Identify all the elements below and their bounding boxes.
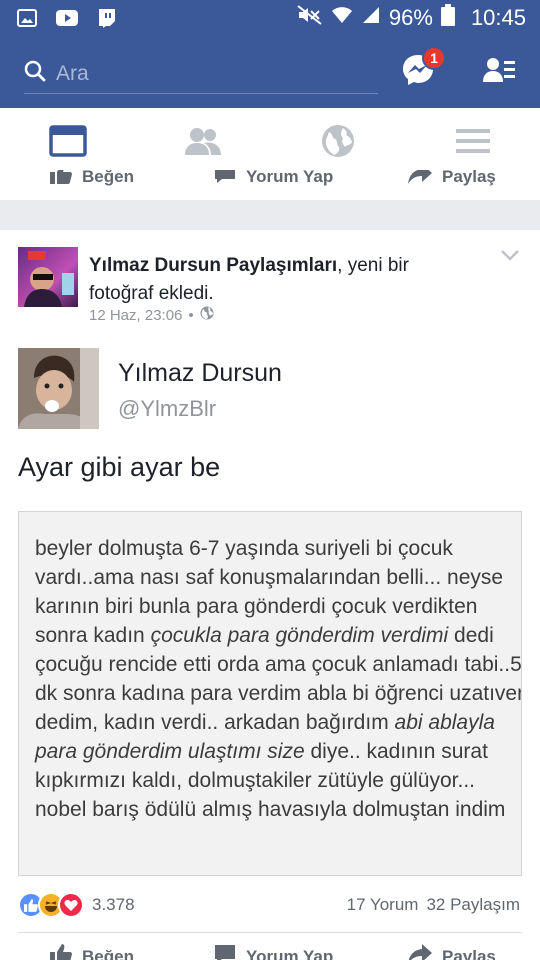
globe-icon	[200, 306, 214, 324]
share-button[interactable]: Paylaş	[408, 170, 496, 189]
post-action-bar: Beğen Yorum Yap Paylaş	[0, 940, 540, 960]
page-avatar[interactable]	[18, 247, 78, 307]
chevron-down-icon	[500, 249, 520, 266]
share-button[interactable]: Paylaş	[408, 944, 496, 960]
share-arrow-icon	[408, 944, 432, 960]
post-meta: 12 Haz, 23:06 •	[89, 306, 214, 324]
quoted-user-handle: @YlmzBlr	[118, 396, 217, 421]
comment-label: Yorum Yap	[246, 946, 334, 960]
messenger-button[interactable]: 1	[400, 46, 446, 92]
mute-icon	[297, 5, 323, 31]
twitch-icon	[96, 9, 118, 28]
like-label: Beğen	[82, 170, 134, 186]
engagement-counts: 17 Yorum 32 Paylaşım	[347, 895, 520, 915]
photo-text-italic: çocukla para gönderdim verdimi	[150, 624, 449, 647]
comment-icon	[214, 170, 236, 189]
quoted-text: Ayar gibi ayar be	[18, 452, 221, 482]
gallery-icon	[16, 9, 38, 27]
friend-requests-icon	[482, 58, 516, 88]
search-input[interactable]	[56, 61, 356, 86]
post-date[interactable]: 12 Haz, 23:06	[89, 307, 182, 324]
post-header: Yılmaz Dursun Paylaşımları, yeni bir fot…	[89, 252, 469, 308]
notification-badge: 1	[422, 46, 446, 70]
share-label: Paylaş	[442, 946, 496, 960]
globe-icon	[321, 124, 355, 163]
messenger-icon	[400, 55, 436, 92]
thumbs-up-icon	[50, 944, 72, 960]
search-icon	[24, 60, 46, 87]
post-photo[interactable]: beyler dolmuşta 6-7 yaşında suriyeli bi …	[18, 511, 522, 876]
photo-text: beyler dolmuşta 6-7 yaşında suriyeli bi …	[35, 534, 521, 824]
youtube-icon	[56, 9, 78, 27]
top-app-bar: 1	[0, 36, 540, 108]
like-button[interactable]: Beğen	[50, 944, 134, 960]
shares-count[interactable]: 32 Paylaşım	[426, 895, 520, 915]
friend-requests-button[interactable]	[482, 56, 518, 88]
tab-friends[interactable]	[135, 108, 270, 179]
comments-count[interactable]: 17 Yorum	[347, 895, 419, 915]
reactions-count: 3.378	[92, 895, 135, 914]
tab-notifications[interactable]	[270, 108, 405, 179]
divider	[18, 932, 522, 933]
tab-menu[interactable]	[405, 108, 540, 179]
previous-post-action-bar: Beğen Yorum Yap Paylaş	[0, 170, 540, 200]
page-name[interactable]: Yılmaz Dursun Paylaşımları	[89, 255, 337, 276]
comment-button[interactable]: Yorum Yap	[214, 170, 333, 189]
search-field[interactable]	[24, 54, 378, 94]
like-button[interactable]: Beğen	[50, 170, 134, 189]
reactions-summary[interactable]: 3.378	[18, 892, 135, 918]
meta-separator: •	[188, 306, 194, 324]
thumbs-up-icon	[50, 170, 72, 189]
clock: 10:45	[470, 5, 526, 30]
comment-button[interactable]: Yorum Yap	[214, 944, 333, 960]
love-reaction-icon	[58, 892, 84, 918]
post-options-button[interactable]	[500, 248, 520, 262]
friends-icon	[184, 126, 222, 161]
share-arrow-icon	[408, 170, 432, 189]
post-card: Yılmaz Dursun Paylaşımları, yeni bir fot…	[0, 230, 540, 960]
wifi-icon	[331, 5, 353, 31]
quoted-user-name: Yılmaz Dursun	[118, 359, 282, 387]
battery-icon	[440, 4, 455, 32]
share-label: Paylaş	[442, 170, 496, 186]
quoted-user-avatar	[18, 348, 99, 429]
news-feed-icon	[48, 125, 87, 162]
comment-label: Yorum Yap	[246, 170, 334, 186]
menu-icon	[455, 128, 490, 159]
tab-news-feed[interactable]	[0, 108, 135, 179]
battery-level: 96%	[388, 5, 433, 30]
status-bar: 96% 10:45	[0, 0, 540, 36]
signal-icon	[361, 5, 381, 31]
comment-icon	[214, 944, 236, 960]
like-label: Beğen	[82, 946, 134, 960]
